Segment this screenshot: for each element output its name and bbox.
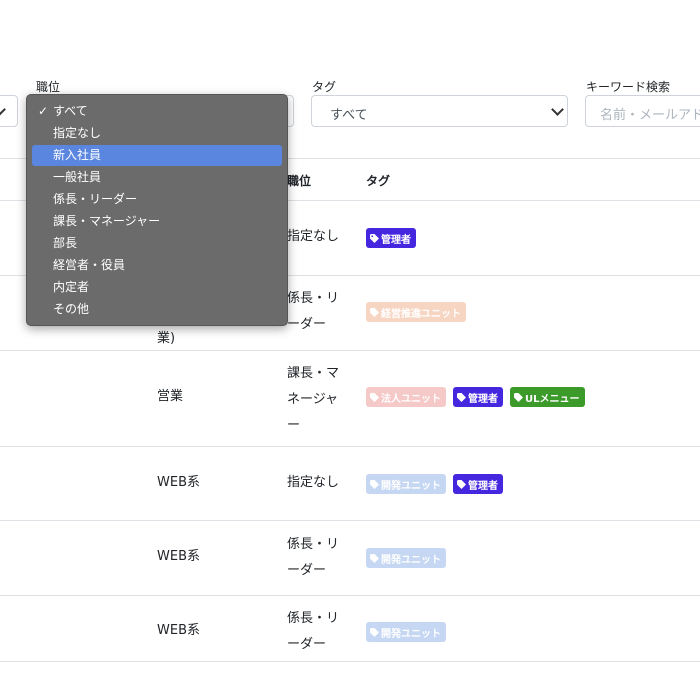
position-text: 係長・リーダー [287,611,340,652]
tag-badge[interactable]: 管理者 [453,474,503,494]
position-cell: 係長・リーダー [287,286,349,338]
department-cell: WEB系 [157,475,200,490]
chevron-down-icon [0,103,6,116]
position-cell: 係長・リーダー [287,532,349,584]
keyword-search-placeholder: 名前・メールアド [600,108,700,123]
tag-badge[interactable]: 開発ユニット [366,622,446,642]
check-icon: ✓ [38,104,49,118]
tag-icon [370,233,379,243]
table-bottom-border [0,661,700,662]
tag-label: 法人ユニット [381,393,441,405]
dropdown-option[interactable]: ✓ すべて [32,101,282,122]
tag-label: 管理者 [468,480,498,492]
position-filter-label: 職位 [36,80,61,94]
department-cell: 業) [157,331,176,346]
column-header-position[interactable]: 職位 [287,172,311,189]
keyword-search-input[interactable]: 名前・メールアド [585,95,700,127]
option-label: 指定なし [53,126,102,140]
department-select[interactable] [0,95,18,127]
option-label: 内定者 [53,280,90,294]
dropdown-option[interactable]: 内定者 [32,277,282,298]
dropdown-option[interactable]: その他 [32,299,282,320]
tag-badge[interactable]: 管理者 [453,387,503,407]
row-divider [0,520,700,521]
column-header-tags[interactable]: タグ [366,172,390,189]
position-cell: 係長・リーダー [287,606,349,658]
tag-label: 経営推進ユニット [381,308,461,320]
tag-badge[interactable]: 管理者 [366,228,416,248]
dropdown-option[interactable]: 係長・リーダー [32,189,282,210]
tag-label: 開発ユニット [381,554,441,566]
tag-label: 開発ユニット [381,480,441,492]
tag-icon [370,392,379,402]
dropdown-option[interactable]: 経営者・役員 [32,255,282,276]
dropdown-option[interactable]: 課長・マネージャー [32,211,282,232]
option-label: 一般社員 [53,170,102,184]
tag-icon [370,307,379,317]
position-text: 係長・リーダー [287,537,340,578]
position-cell: 指定なし [287,229,340,244]
department-cell: 営業 [157,389,184,404]
keyword-search-label: キーワード検索 [586,80,671,94]
tag-icon [370,479,379,489]
tag-label: 管理者 [468,393,498,405]
position-cell: 課長・マネージャー [287,361,349,439]
position-dropdown-menu: ✓ すべて 指定なし 新入社員 一般社員 係長・リーダー 課長・マネージャー 部… [26,94,288,326]
tag-filter-label: タグ [312,80,337,94]
dropdown-option[interactable]: 一般社員 [32,167,282,188]
tag-select-value: すべて [330,108,368,123]
position-text: 課長・マネージャー [287,366,340,433]
dropdown-option-highlighted[interactable]: 新入社員 [32,145,282,166]
tag-icon [370,627,379,637]
option-label: 課長・マネージャー [53,214,161,228]
option-label: すべて [53,104,88,118]
option-label: 新入社員 [53,148,102,162]
department-cell: WEB系 [157,623,200,638]
option-label: その他 [53,302,90,316]
dropdown-option[interactable]: 指定なし [32,123,282,144]
tag-icon [457,479,466,489]
tag-label: 開発ユニット [381,628,441,640]
tag-badge[interactable]: 開発ユニット [366,548,446,568]
row-divider [0,446,700,447]
position-cell: 指定なし [287,475,340,490]
tag-label: 管理者 [381,234,411,246]
chevron-down-icon [551,103,564,116]
option-label: 部長 [53,236,78,250]
tag-label: ULメニュー [525,393,580,405]
tag-select[interactable]: すべて [311,95,568,127]
option-label: 係長・リーダー [53,192,138,206]
dropdown-option[interactable]: 部長 [32,233,282,254]
tag-icon [514,392,523,402]
tag-badge[interactable]: 法人ユニット [366,387,446,407]
row-divider [0,350,700,351]
tag-badge[interactable]: 開発ユニット [366,474,446,494]
tag-badge[interactable]: ULメニュー [510,387,585,407]
department-cell: WEB系 [157,549,200,564]
row-divider [0,595,700,596]
option-label: 経営者・役員 [53,258,126,272]
position-text: 係長・リーダー [287,291,340,332]
tag-icon [457,392,466,402]
tag-icon [370,553,379,563]
tag-badge[interactable]: 経営推進ユニット [366,302,466,322]
